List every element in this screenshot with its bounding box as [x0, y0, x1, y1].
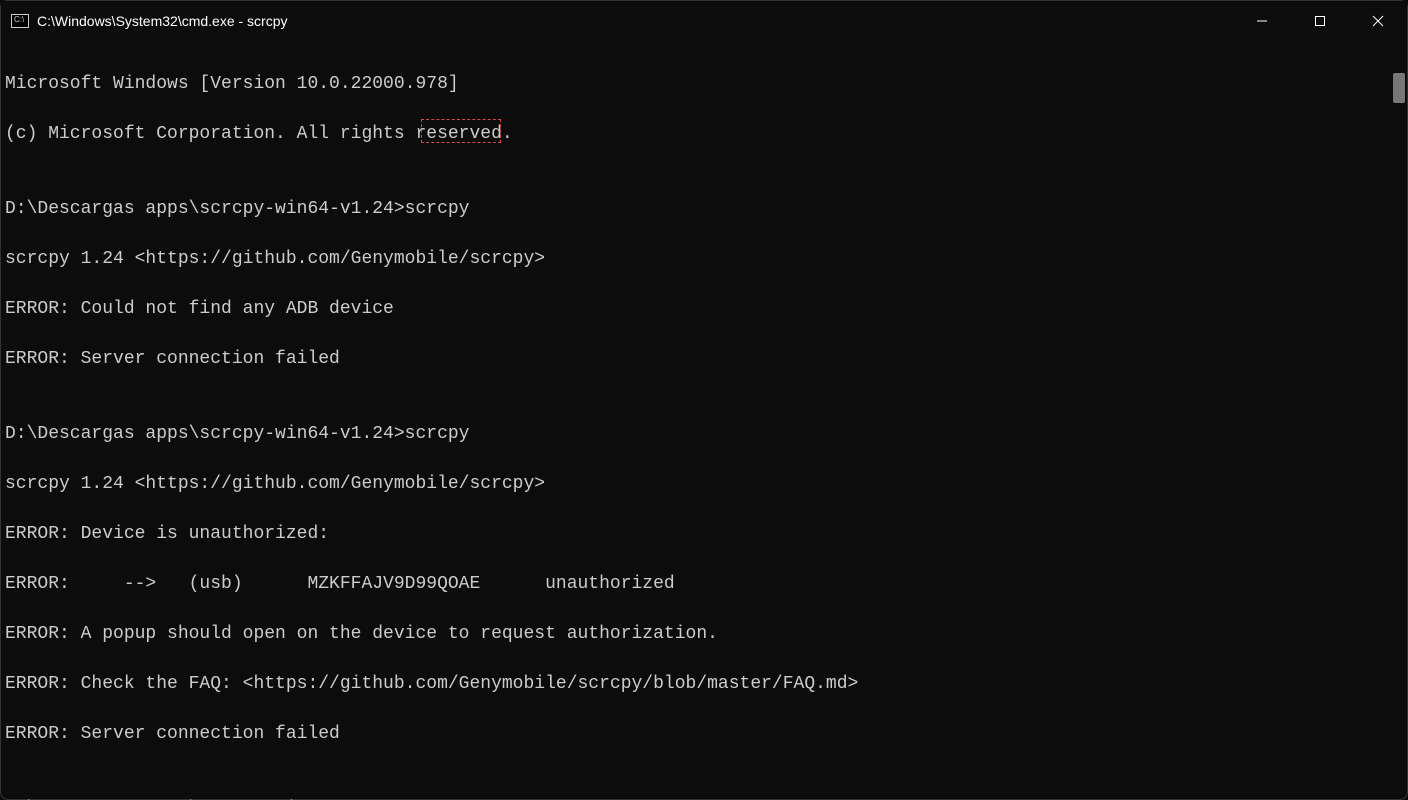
titlebar[interactable]: C:\ C:\Windows\System32\cmd.exe - scrcpy — [1, 1, 1407, 41]
terminal-window: C:\ C:\Windows\System32\cmd.exe - scrcpy… — [0, 0, 1408, 800]
terminal-line: D:\Descargas apps\scrcpy-win64-v1.24>scr… — [5, 197, 1407, 222]
terminal-line: ERROR: --> (usb) MZKFFAJV9D99QOAE unauth… — [5, 572, 1407, 597]
window-controls — [1233, 1, 1407, 41]
maximize-icon — [1314, 15, 1326, 27]
terminal-line: scrcpy 1.24 <https://github.com/Genymobi… — [5, 247, 1407, 272]
terminal-line: ERROR: Device is unauthorized: — [5, 522, 1407, 547]
terminal-line: ERROR: Could not find any ADB device — [5, 297, 1407, 322]
terminal-line: ERROR: Check the FAQ: <https://github.co… — [5, 672, 1407, 697]
scrollbar[interactable] — [1391, 43, 1405, 783]
terminal-line: Microsoft Windows [Version 10.0.22000.97… — [5, 72, 1407, 97]
cmd-icon: C:\ — [11, 14, 29, 28]
close-button[interactable] — [1349, 1, 1407, 41]
terminal-content[interactable]: Microsoft Windows [Version 10.0.22000.97… — [1, 41, 1407, 800]
close-icon — [1372, 15, 1384, 27]
terminal-line: ERROR: A popup should open on the device… — [5, 622, 1407, 647]
minimize-button[interactable] — [1233, 1, 1291, 41]
maximize-button[interactable] — [1291, 1, 1349, 41]
terminal-line: scrcpy 1.24 <https://github.com/Genymobi… — [5, 472, 1407, 497]
scrollbar-thumb[interactable] — [1393, 73, 1405, 103]
terminal-line: (c) Microsoft Corporation. All rights re… — [5, 122, 1407, 147]
window-title: C:\Windows\System32\cmd.exe - scrcpy — [37, 13, 1233, 29]
terminal-line: D:\Descargas apps\scrcpy-win64-v1.24>scr… — [5, 422, 1407, 447]
terminal-line: ERROR: Server connection failed — [5, 347, 1407, 372]
terminal-line: ERROR: Server connection failed — [5, 722, 1407, 747]
minimize-icon — [1256, 15, 1268, 27]
